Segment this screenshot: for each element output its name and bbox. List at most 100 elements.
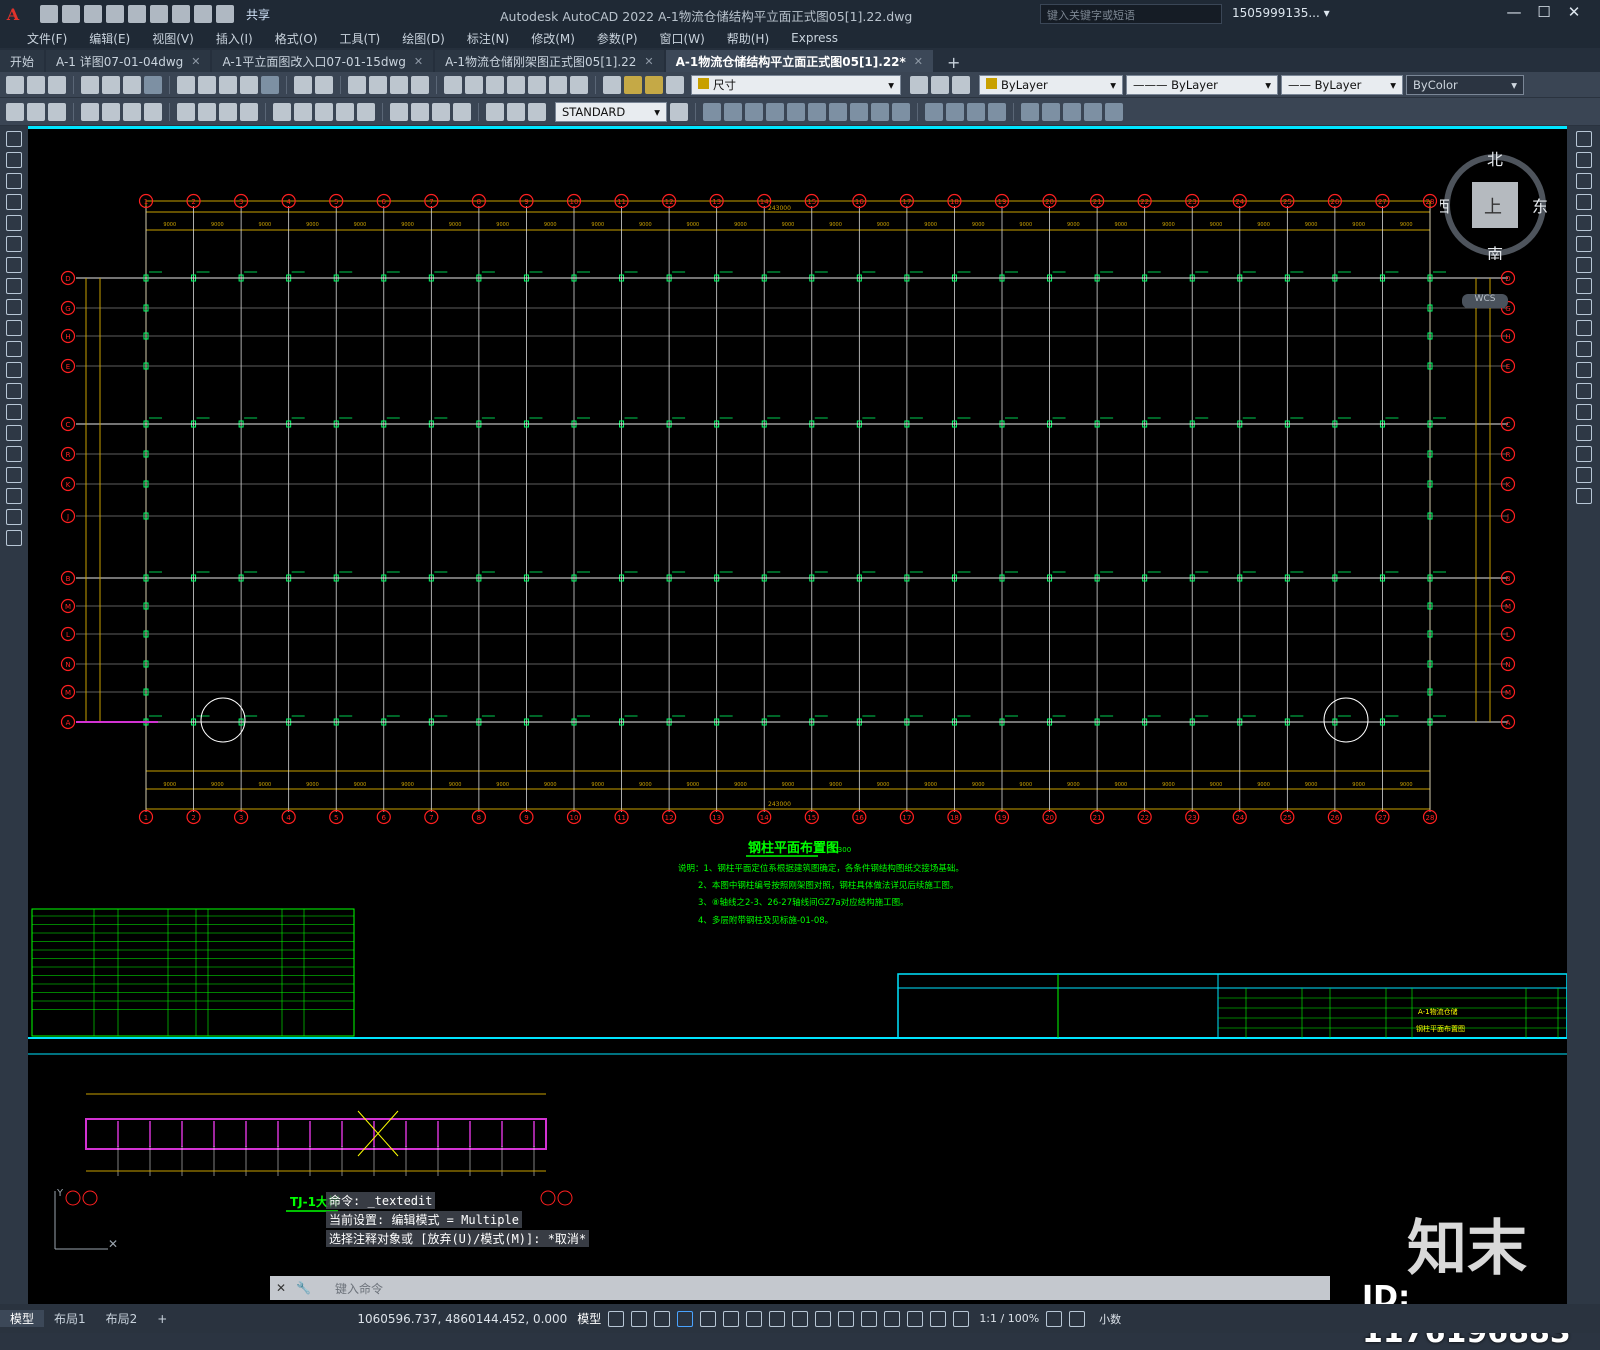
zoom-window-icon[interactable] <box>390 75 408 94</box>
match-properties-icon[interactable] <box>240 75 258 94</box>
interfere-icon[interactable] <box>988 102 1006 121</box>
model-space-button[interactable]: 模型 <box>577 1310 601 1327</box>
section-icon[interactable] <box>892 102 910 121</box>
dim-edit-icon[interactable] <box>486 102 504 121</box>
redo-tool-icon[interactable] <box>315 75 333 94</box>
subtract-icon[interactable] <box>946 102 964 121</box>
center-mark-icon[interactable] <box>411 102 429 121</box>
save-file-icon[interactable] <box>48 75 66 94</box>
menu-item-11[interactable]: 帮助(H) <box>716 30 780 47</box>
baseline-icon[interactable] <box>294 102 312 121</box>
jog-line-icon[interactable] <box>453 102 471 121</box>
dim-text-edit-icon[interactable] <box>507 102 525 121</box>
open-icon[interactable] <box>62 5 80 23</box>
spline-icon[interactable] <box>6 299 22 315</box>
revcloud-icon[interactable] <box>6 278 22 294</box>
aligned-dim-icon[interactable] <box>102 102 120 121</box>
layout-tab-2[interactable]: 布局2 <box>96 1310 148 1327</box>
point-icon[interactable] <box>6 404 22 420</box>
lineweight-dropdown[interactable]: —— ByLayer ▾ <box>1281 74 1403 95</box>
pan-icon[interactable] <box>348 75 366 94</box>
minimize-button[interactable]: — <box>1500 3 1528 25</box>
tolerance-icon[interactable] <box>390 102 408 121</box>
polyline-icon[interactable] <box>6 173 22 189</box>
properties-icon[interactable] <box>444 75 462 94</box>
erase-icon[interactable] <box>1575 131 1592 147</box>
layout-tab-model[interactable]: 模型 <box>0 1310 45 1327</box>
osnap-icon[interactable] <box>723 1310 740 1327</box>
annotation-monitor-icon[interactable] <box>907 1310 924 1327</box>
multiline-text-icon[interactable] <box>6 509 22 525</box>
command-line[interactable]: ✕ 🔧 键入命令 <box>270 1276 1330 1300</box>
jogged-icon[interactable] <box>198 102 216 121</box>
dynamic-input-icon[interactable] <box>792 1310 809 1327</box>
ellipse-arc-icon[interactable] <box>6 341 22 357</box>
radius-icon[interactable] <box>177 102 195 121</box>
menu-item-5[interactable]: 工具(T) <box>329 30 392 47</box>
dim-update-icon[interactable] <box>528 102 546 121</box>
fillet-icon[interactable] <box>1575 446 1592 462</box>
otrack-icon[interactable] <box>746 1310 763 1327</box>
ucs-icon[interactable] <box>1021 102 1039 121</box>
dim-style-dropdown[interactable]: STANDARD ▾ <box>555 101 667 122</box>
break-icon[interactable] <box>357 102 375 121</box>
menu-item-1[interactable]: 编辑(E) <box>78 30 141 47</box>
copy-object-icon[interactable] <box>1575 152 1592 168</box>
union-icon[interactable] <box>925 102 943 121</box>
layer-dropdown[interactable]: 尺寸 ▾ <box>691 74 901 95</box>
compass-west[interactable]: 西 <box>1434 197 1450 216</box>
add-selected-icon[interactable] <box>6 530 22 546</box>
scale-icon[interactable] <box>1575 278 1592 294</box>
break-at-point-icon[interactable] <box>1575 362 1592 378</box>
layer-states-icon[interactable] <box>952 75 970 94</box>
make-block-icon[interactable] <box>6 383 22 399</box>
menu-item-4[interactable]: 格式(O) <box>264 30 329 47</box>
viewcube[interactable]: 北 南 东 西 上 <box>1434 150 1550 264</box>
color-dropdown[interactable]: ByLayer ▾ <box>979 74 1123 95</box>
save-icon[interactable] <box>84 5 102 23</box>
undo-tool-icon[interactable] <box>294 75 312 94</box>
linear-dim-icon[interactable] <box>81 102 99 121</box>
layer-lock-icon[interactable] <box>666 75 684 94</box>
mtext-icon[interactable] <box>48 102 66 121</box>
command-input[interactable]: 键入命令 <box>335 1280 383 1297</box>
autocad-logo-icon[interactable]: A <box>0 0 26 28</box>
chamfer-icon[interactable] <box>1575 425 1592 441</box>
infer-icon[interactable] <box>654 1310 671 1327</box>
solid-wedge-icon[interactable] <box>724 102 742 121</box>
compass-east[interactable]: 东 <box>1532 197 1548 216</box>
region-icon[interactable] <box>6 467 22 483</box>
design-center-icon[interactable] <box>465 75 483 94</box>
ordinate-icon[interactable] <box>144 102 162 121</box>
quickcalc-icon[interactable] <box>549 75 567 94</box>
rectangle-icon[interactable] <box>6 215 22 231</box>
share-button[interactable]: 共享 <box>246 6 270 23</box>
hatch-icon[interactable] <box>6 425 22 441</box>
revolve-icon[interactable] <box>850 102 868 121</box>
compass-south[interactable]: 南 <box>1487 245 1503 264</box>
layer-freeze-icon[interactable] <box>645 75 663 94</box>
mirror-icon[interactable] <box>1575 173 1592 189</box>
solid-cylinder-icon[interactable] <box>787 102 805 121</box>
solid-torus-icon[interactable] <box>808 102 826 121</box>
insert-block-icon[interactable] <box>6 362 22 378</box>
menu-item-6[interactable]: 绘图(D) <box>391 30 456 47</box>
ortho-icon[interactable] <box>677 1310 694 1327</box>
draw-order-icon[interactable] <box>6 102 24 121</box>
table-icon[interactable] <box>6 488 22 504</box>
annotation-visibility-icon[interactable] <box>930 1310 947 1327</box>
snap-icon[interactable] <box>631 1310 648 1327</box>
construction-line-icon[interactable] <box>6 152 22 168</box>
block-editor-icon[interactable] <box>261 75 279 94</box>
close-icon[interactable]: ✕ <box>276 1281 286 1295</box>
open-web-icon[interactable] <box>128 5 146 23</box>
menu-item-0[interactable]: 文件(F) <box>16 30 78 47</box>
3d-osnap-icon[interactable] <box>884 1310 901 1327</box>
stretch-icon[interactable] <box>1575 299 1592 315</box>
gradient-icon[interactable] <box>6 446 22 462</box>
cut-icon[interactable] <box>177 75 195 94</box>
polar-icon[interactable] <box>700 1310 717 1327</box>
3d-dwf-icon[interactable] <box>144 75 162 94</box>
dynamic-ucs-icon[interactable] <box>769 1310 786 1327</box>
menu-item-9[interactable]: 参数(P) <box>586 30 649 47</box>
